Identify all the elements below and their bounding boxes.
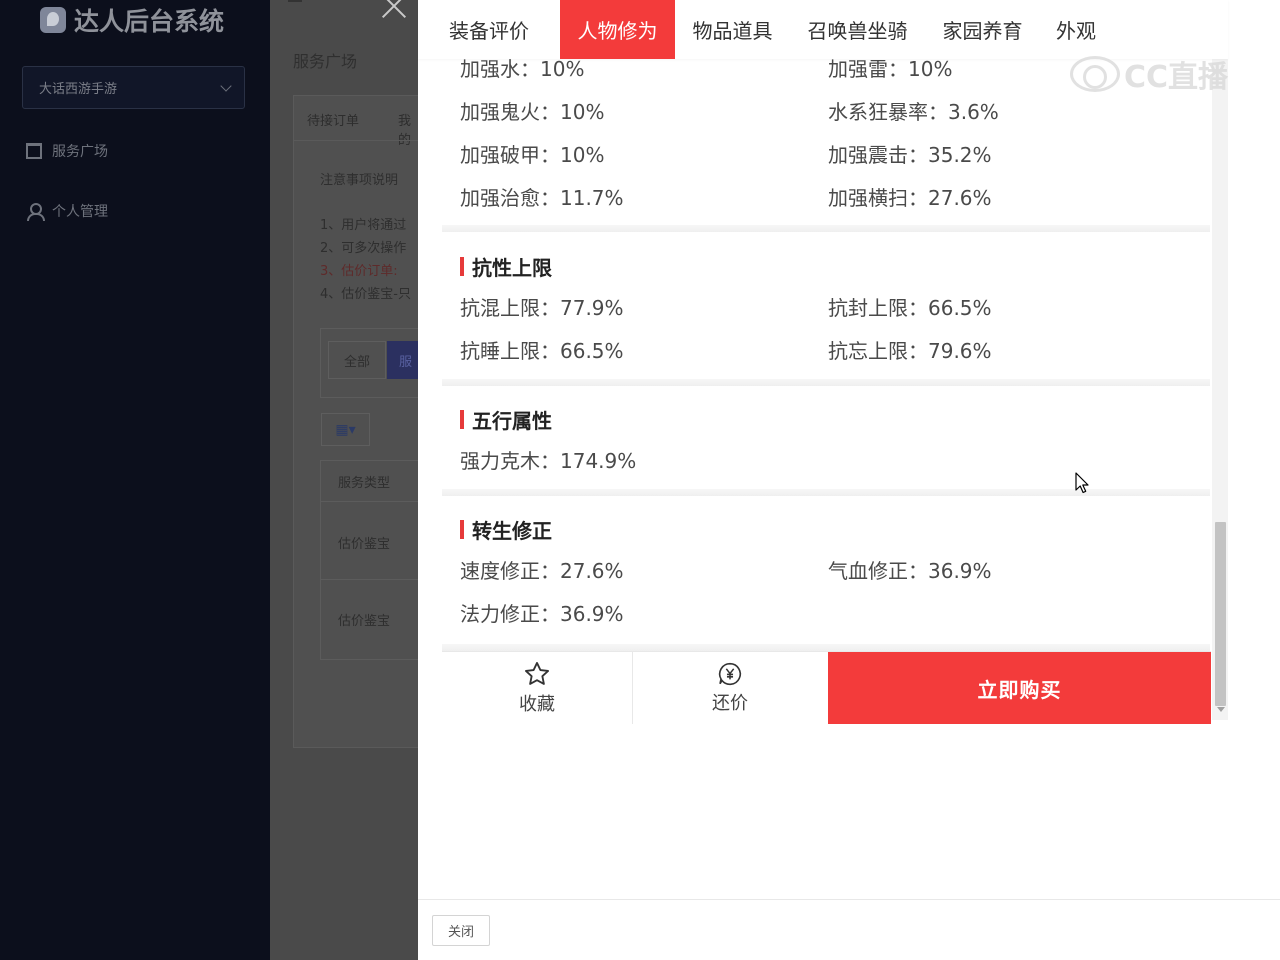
- app-logo: 达人后台系统: [40, 2, 224, 38]
- watermark-logo-icon: [1070, 56, 1120, 92]
- attribute-row: 抗混上限：77.9% 抗封上限：66.5%: [460, 292, 1200, 321]
- table-cell: 估价鉴宝: [338, 537, 391, 552]
- attribute-value: 加强鬼火：10%: [460, 100, 605, 124]
- modal-footer: 关闭: [418, 899, 1280, 960]
- detail-panel: 装备评价 人物修为 物品道具 召唤兽坐骑 家园养育 外观 加强水：10% 加强雷…: [418, 0, 1280, 960]
- attribute-row: 强力克木：174.9%: [460, 445, 1200, 474]
- attribute-row: 加强破甲：10% 加强震击：35.2%: [460, 139, 1200, 168]
- section-divider: [442, 489, 1210, 496]
- tab-character-cultivation[interactable]: 人物修为: [560, 0, 675, 59]
- attribute-value: 抗混上限：77.9%: [460, 296, 624, 320]
- sidebar-item-label: 个人管理: [52, 204, 108, 220]
- mouse-cursor-icon: [1075, 472, 1089, 494]
- sidebar-item-label: 服务广场: [52, 144, 108, 160]
- attribute-value: 水系狂暴率：3.6%: [828, 100, 999, 124]
- section-marker: [460, 520, 464, 539]
- section-title-rebirth: 转生修正: [460, 515, 552, 544]
- table-cell: 估价鉴宝: [338, 614, 391, 629]
- scroll-down-arrow-icon[interactable]: [1217, 707, 1225, 712]
- sidebar-item-service-square[interactable]: 服务广场: [26, 141, 108, 161]
- logo-icon: [40, 7, 66, 33]
- scrollbar-thumb[interactable]: [1215, 522, 1226, 706]
- attribute-value: 气血修正：36.9%: [828, 559, 992, 583]
- tab-pending-orders[interactable]: 待接订单: [307, 110, 359, 129]
- page-title: 服务广场: [293, 52, 358, 71]
- attribute-value: [828, 445, 1196, 474]
- favorite-button[interactable]: 收藏: [442, 652, 633, 724]
- attribute-row: 加强鬼火：10% 水系狂暴率：3.6%: [460, 96, 1200, 125]
- filter-service-button[interactable]: 服: [387, 341, 418, 379]
- section-title: 转生修正: [472, 519, 552, 543]
- filter-all-button[interactable]: 全部: [328, 341, 386, 379]
- attribute-value: 加强破甲：10%: [460, 143, 605, 167]
- attribute-value: 强力克木：174.9%: [460, 449, 637, 473]
- buy-now-button[interactable]: 立即购买: [828, 652, 1211, 724]
- attribute-value: 抗忘上限：79.6%: [828, 339, 992, 363]
- star-icon: [524, 661, 550, 685]
- section-divider: [442, 225, 1210, 232]
- sidebar: 达人后台系统 大话西游手游 服务广场 个人管理: [0, 0, 270, 960]
- bargain-button[interactable]: 还价: [634, 652, 826, 724]
- attribute-row: 法力修正：36.9%: [460, 598, 1200, 627]
- detail-tabs: 装备评价 人物修为 物品道具 召唤兽坐骑 家园养育 外观: [418, 0, 1228, 59]
- grid-view-button[interactable]: ▦▾: [321, 413, 370, 446]
- attribute-row: 速度修正：27.6% 气血修正：36.9%: [460, 555, 1200, 584]
- app-title: 达人后台系统: [74, 7, 225, 36]
- attribute-row: 抗睡上限：66.5% 抗忘上限：79.6%: [460, 335, 1200, 364]
- section-marker: [460, 257, 464, 276]
- attributes-scroll-area[interactable]: 加强水：10% 加强雷：10% 加强鬼火：10% 水系狂暴率：3.6% 加强破甲…: [442, 59, 1210, 651]
- building-icon: [26, 143, 42, 159]
- attribute-value: 抗睡上限：66.5%: [460, 339, 624, 363]
- tab-summons-mounts[interactable]: 召唤兽坐骑: [790, 0, 925, 59]
- attribute-value: 加强横扫：27.6%: [828, 186, 992, 210]
- attribute-value: 速度修正：27.6%: [460, 559, 624, 583]
- action-bar: 收藏 还价 立即购买: [442, 651, 1211, 724]
- section-divider: [442, 644, 1210, 651]
- attribute-value: 加强水：10%: [460, 59, 585, 81]
- menu-toggle-icon[interactable]: [288, 0, 302, 2]
- grid-icon: ▦▾: [335, 421, 356, 438]
- favorite-label: 收藏: [519, 694, 555, 715]
- close-icon[interactable]: [378, 0, 410, 18]
- chevron-down-icon: [220, 79, 232, 92]
- section-title-five-elements: 五行属性: [460, 405, 552, 434]
- watermark: CC直播: [1070, 52, 1228, 96]
- game-select-value: 大话西游手游: [39, 82, 118, 97]
- attribute-value: [828, 598, 1196, 627]
- tab-home[interactable]: 家园养育: [925, 0, 1040, 59]
- section-title-resistance: 抗性上限: [460, 252, 552, 281]
- table-header-service-type: 服务类型: [338, 476, 391, 491]
- notice-title: 注意事项说明: [320, 173, 399, 188]
- notice-line: 1、用户将通过: [320, 218, 407, 233]
- bargain-label: 还价: [712, 693, 748, 714]
- yen-coin-icon: [718, 662, 742, 686]
- attribute-value: 抗封上限：66.5%: [828, 296, 992, 320]
- attribute-value: 加强震击：35.2%: [828, 143, 992, 167]
- game-select[interactable]: 大话西游手游: [22, 66, 245, 109]
- notice-line: 4、估价鉴宝-只: [320, 287, 411, 302]
- tab-appearance[interactable]: 外观: [1040, 0, 1112, 59]
- tab-equipment-review[interactable]: 装备评价: [418, 0, 560, 59]
- sidebar-item-personal[interactable]: 个人管理: [26, 201, 108, 221]
- attribute-value: 法力修正：36.9%: [460, 602, 624, 626]
- section-divider: [442, 379, 1210, 386]
- user-icon: [26, 203, 45, 221]
- section-title: 抗性上限: [472, 256, 552, 280]
- notice-line: 3、估价订单:: [320, 264, 398, 279]
- attribute-value: 加强治愈：11.7%: [460, 186, 624, 210]
- tab-items[interactable]: 物品道具: [675, 0, 790, 59]
- section-marker: [460, 410, 464, 429]
- attribute-row: 加强治愈：11.7% 加强横扫：27.6%: [460, 182, 1200, 211]
- close-button[interactable]: 关闭: [432, 915, 490, 946]
- section-title: 五行属性: [472, 409, 552, 433]
- main-background: 服务广场 待接订单 我的 注意事项说明 1、用户将通过 2、可多次操作 3、估价…: [270, 0, 418, 960]
- watermark-text: CC直播: [1124, 60, 1229, 95]
- notice-line: 2、可多次操作: [320, 241, 407, 256]
